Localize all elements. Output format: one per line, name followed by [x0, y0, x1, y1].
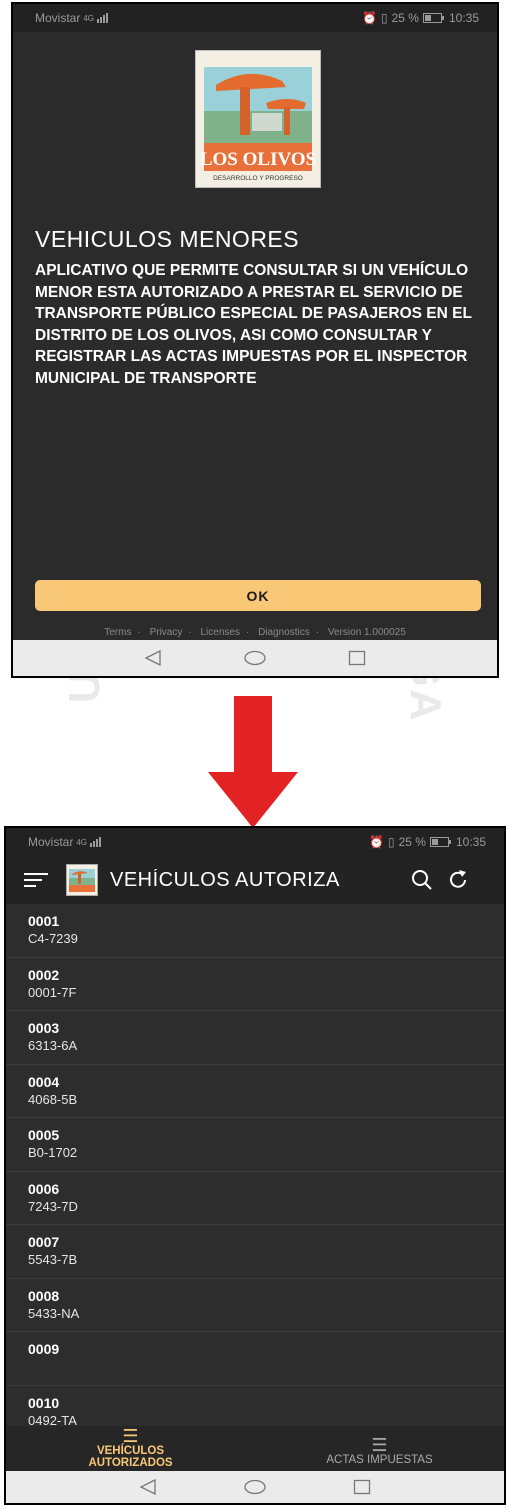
logo-tagline: DESARROLLO Y PROGRESO [213, 175, 303, 182]
dialog-description: APLICATIVO QUE PERMITE CONSULTAR SI UN V… [35, 262, 472, 387]
vehicle-plate: 0001-7F [28, 984, 77, 1000]
battery-percent: 25 % [398, 835, 426, 849]
signal-icon [97, 13, 109, 23]
list-icon: ☰ [371, 1434, 388, 1455]
terms-link[interactable]: Terms [104, 627, 131, 638]
tab-label-line2: AUTORIZADOS [88, 1456, 173, 1469]
alarm-icon: ⏰ [369, 835, 384, 849]
system-nav-bar [6, 1471, 504, 1503]
vehicle-plate: 5543-7B [28, 1252, 78, 1267]
licenses-link[interactable]: Licenses [201, 627, 240, 638]
list-icon: ☰ [122, 1425, 139, 1446]
list-item[interactable]: 0004 4068-5B [6, 1064, 504, 1118]
appbar-title: VEHÍCULOS AUTORIZA [110, 868, 340, 891]
ok-button[interactable]: OK [35, 580, 481, 611]
vehicle-code: 0002 [28, 966, 60, 983]
arrow-down-icon [208, 696, 298, 828]
vehicle-code: 0006 [28, 1180, 60, 1197]
status-bar: Movistar 4G ⏰ ▯ 25 % 10:35 [6, 828, 504, 856]
vehicle-code: 0001 [28, 913, 60, 929]
list-item[interactable]: 0002 0001-7F [6, 957, 504, 1011]
privacy-link[interactable]: Privacy [150, 627, 183, 638]
vehicle-code: 0005 [28, 1127, 60, 1143]
list-item[interactable]: 0009 [6, 1332, 504, 1386]
battery-icon [422, 13, 444, 23]
clock: 10:35 [455, 835, 486, 849]
los-olivos-logo-icon [67, 865, 97, 895]
tab-vehiculos-autorizados[interactable]: ☰ VEHÍCULOS AUTORIZADOS [6, 1426, 255, 1475]
alarm-icon: ⏰ [362, 11, 377, 25]
vibrate-icon: ▯ [381, 11, 388, 25]
menu-icon[interactable] [24, 873, 52, 887]
logo-title: LOS OLIVOS [200, 149, 316, 170]
app-bar: VEHÍCULOS AUTORIZA [6, 856, 504, 904]
vehicle-plate: B0-1702 [28, 1145, 78, 1160]
vehicle-code: 0009 [28, 1341, 60, 1357]
recents-icon[interactable] [348, 650, 366, 666]
list-item[interactable]: 0010 0492-TA [6, 1385, 504, 1429]
signal-icon [90, 837, 102, 847]
vibrate-icon: ▯ [388, 835, 395, 849]
vehicle-plate: 6313-6A [28, 1038, 78, 1053]
list-item[interactable]: 0008 5433-NA [6, 1278, 504, 1332]
app-logo-small [66, 864, 98, 896]
refresh-icon[interactable] [444, 866, 472, 894]
los-olivos-logo-icon: LOS OLIVOS DESARROLLO Y PROGRESO [196, 51, 320, 187]
carrier-name: Movistar [28, 835, 74, 849]
vehicle-plate: 7243-7D [28, 1198, 78, 1214]
footer-links: Terms · Privacy · Licenses · Diagnostics · V… [104, 627, 406, 638]
vehicle-code: 0007 [28, 1234, 60, 1250]
list-item[interactable]: 0006 7243-7D [6, 1171, 504, 1225]
search-icon[interactable] [408, 866, 436, 894]
diagnostics-link[interactable]: Diagnostics [258, 627, 310, 638]
vehicle-plate: 4068-5B [28, 1091, 78, 1107]
clock: 10:35 [448, 11, 479, 25]
vehicle-code: 0010 [28, 1394, 60, 1411]
version-text: Version 1.000025 [327, 627, 406, 638]
list-item[interactable]: 0003 6313-6A [6, 1011, 504, 1065]
list-item[interactable]: 0007 5543-7B [6, 1225, 504, 1279]
tab-actas-impuestas[interactable]: ☰ ACTAS IMPUESTAS [255, 1426, 504, 1475]
dialog-title: VEHICULOS MENORES [35, 226, 300, 252]
list-item[interactable]: 0001 C4-7239 [6, 904, 504, 958]
back-icon[interactable] [139, 1479, 157, 1495]
vehicle-list[interactable]: 0001 C4-7239 0002 0001-7F 0003 6313-6A 0004 406… [6, 904, 504, 1429]
status-bar: Movistar 4G ⏰ ▯ 25 % 10:35 [13, 4, 497, 32]
vehicles-screen: Movistar 4G ⏰ ▯ 25 % 10:35 VEHÍCULOS AUT… [4, 826, 506, 1505]
carrier-name: Movistar [35, 11, 81, 25]
home-icon[interactable] [244, 650, 266, 666]
battery-percent: 25 % [391, 11, 419, 25]
network-type: 4G [76, 837, 88, 847]
system-nav-bar [13, 640, 497, 676]
list-item[interactable]: 0005 B0-1702 [6, 1118, 504, 1172]
vehicle-plate: C4-7239 [28, 931, 78, 946]
network-type: 4G [83, 13, 95, 23]
home-icon[interactable] [244, 1479, 266, 1495]
battery-icon [429, 837, 451, 847]
vehicle-code: 0003 [28, 1020, 60, 1036]
recents-icon[interactable] [353, 1479, 371, 1495]
dialog-screen: Movistar 4G ⏰ ▯ 25 % 10:35 LOS OLIVOS DE… [11, 2, 499, 678]
back-icon[interactable] [144, 650, 162, 666]
vehicle-code: 0004 [28, 1073, 60, 1090]
app-logo: LOS OLIVOS DESARROLLO Y PROGRESO [195, 50, 321, 188]
tab-label-line1: VEHÍCULOS [96, 1444, 165, 1457]
vehicle-code: 0008 [28, 1287, 60, 1304]
tab-label: ACTAS IMPUESTAS [326, 1453, 433, 1466]
vehicle-plate: 5433-NA [28, 1305, 80, 1321]
bottom-tab-bar: ☰ VEHÍCULOS AUTORIZADOS ☰ ACTAS IMPUESTA… [6, 1426, 504, 1475]
